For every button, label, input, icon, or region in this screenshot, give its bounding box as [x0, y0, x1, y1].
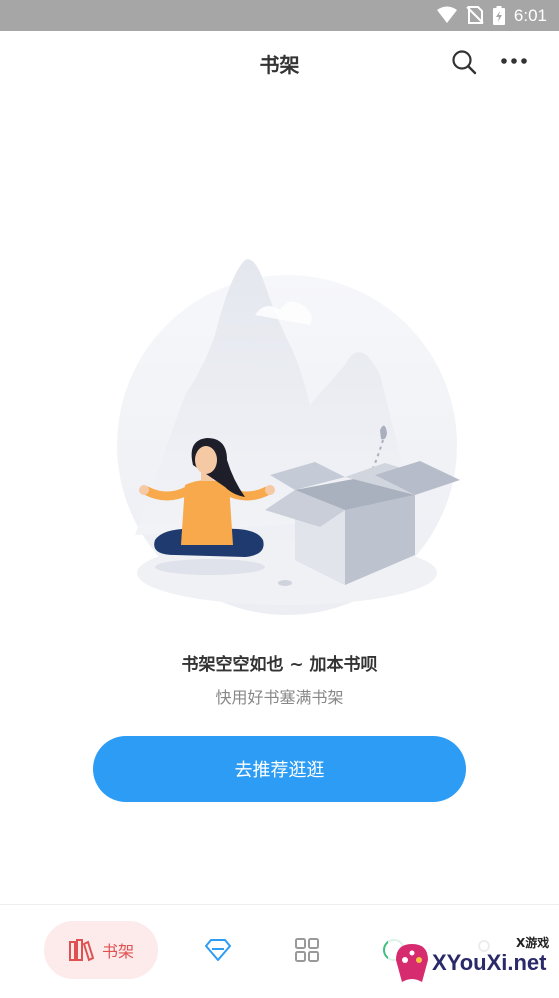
search-icon[interactable] — [451, 49, 477, 75]
app-header: 书架 — [0, 31, 559, 91]
tab-bookshelf[interactable]: 书架 — [44, 921, 158, 979]
watermark-text: XYouXi.net — [432, 950, 547, 975]
watermark: X游戏 XYouXi.net — [388, 930, 559, 994]
empty-state-title: 书架空空如也 ~ 加本书呗 — [181, 655, 378, 675]
go-recommend-button[interactable]: 去推荐逛逛 — [93, 736, 466, 802]
status-time: 6:01 — [513, 6, 547, 25]
no-sim-icon — [466, 6, 484, 24]
empty-state-subtitle: 快用好书塞满书架 — [215, 688, 344, 707]
status-bar: 6:01 — [0, 0, 559, 31]
tab-category[interactable] — [285, 921, 329, 979]
battery-icon — [493, 6, 505, 25]
wifi-icon — [437, 6, 457, 23]
empty-bookshelf-illustration — [117, 259, 460, 615]
watermark-small-text: X游戏 — [516, 936, 550, 950]
grid-icon — [295, 938, 319, 962]
more-icon[interactable] — [499, 51, 529, 71]
bookshelf-icon — [68, 939, 94, 962]
tab-bookshelf-label: 书架 — [101, 942, 134, 961]
tab-diamond[interactable] — [196, 921, 240, 979]
diamond-icon — [205, 939, 231, 961]
